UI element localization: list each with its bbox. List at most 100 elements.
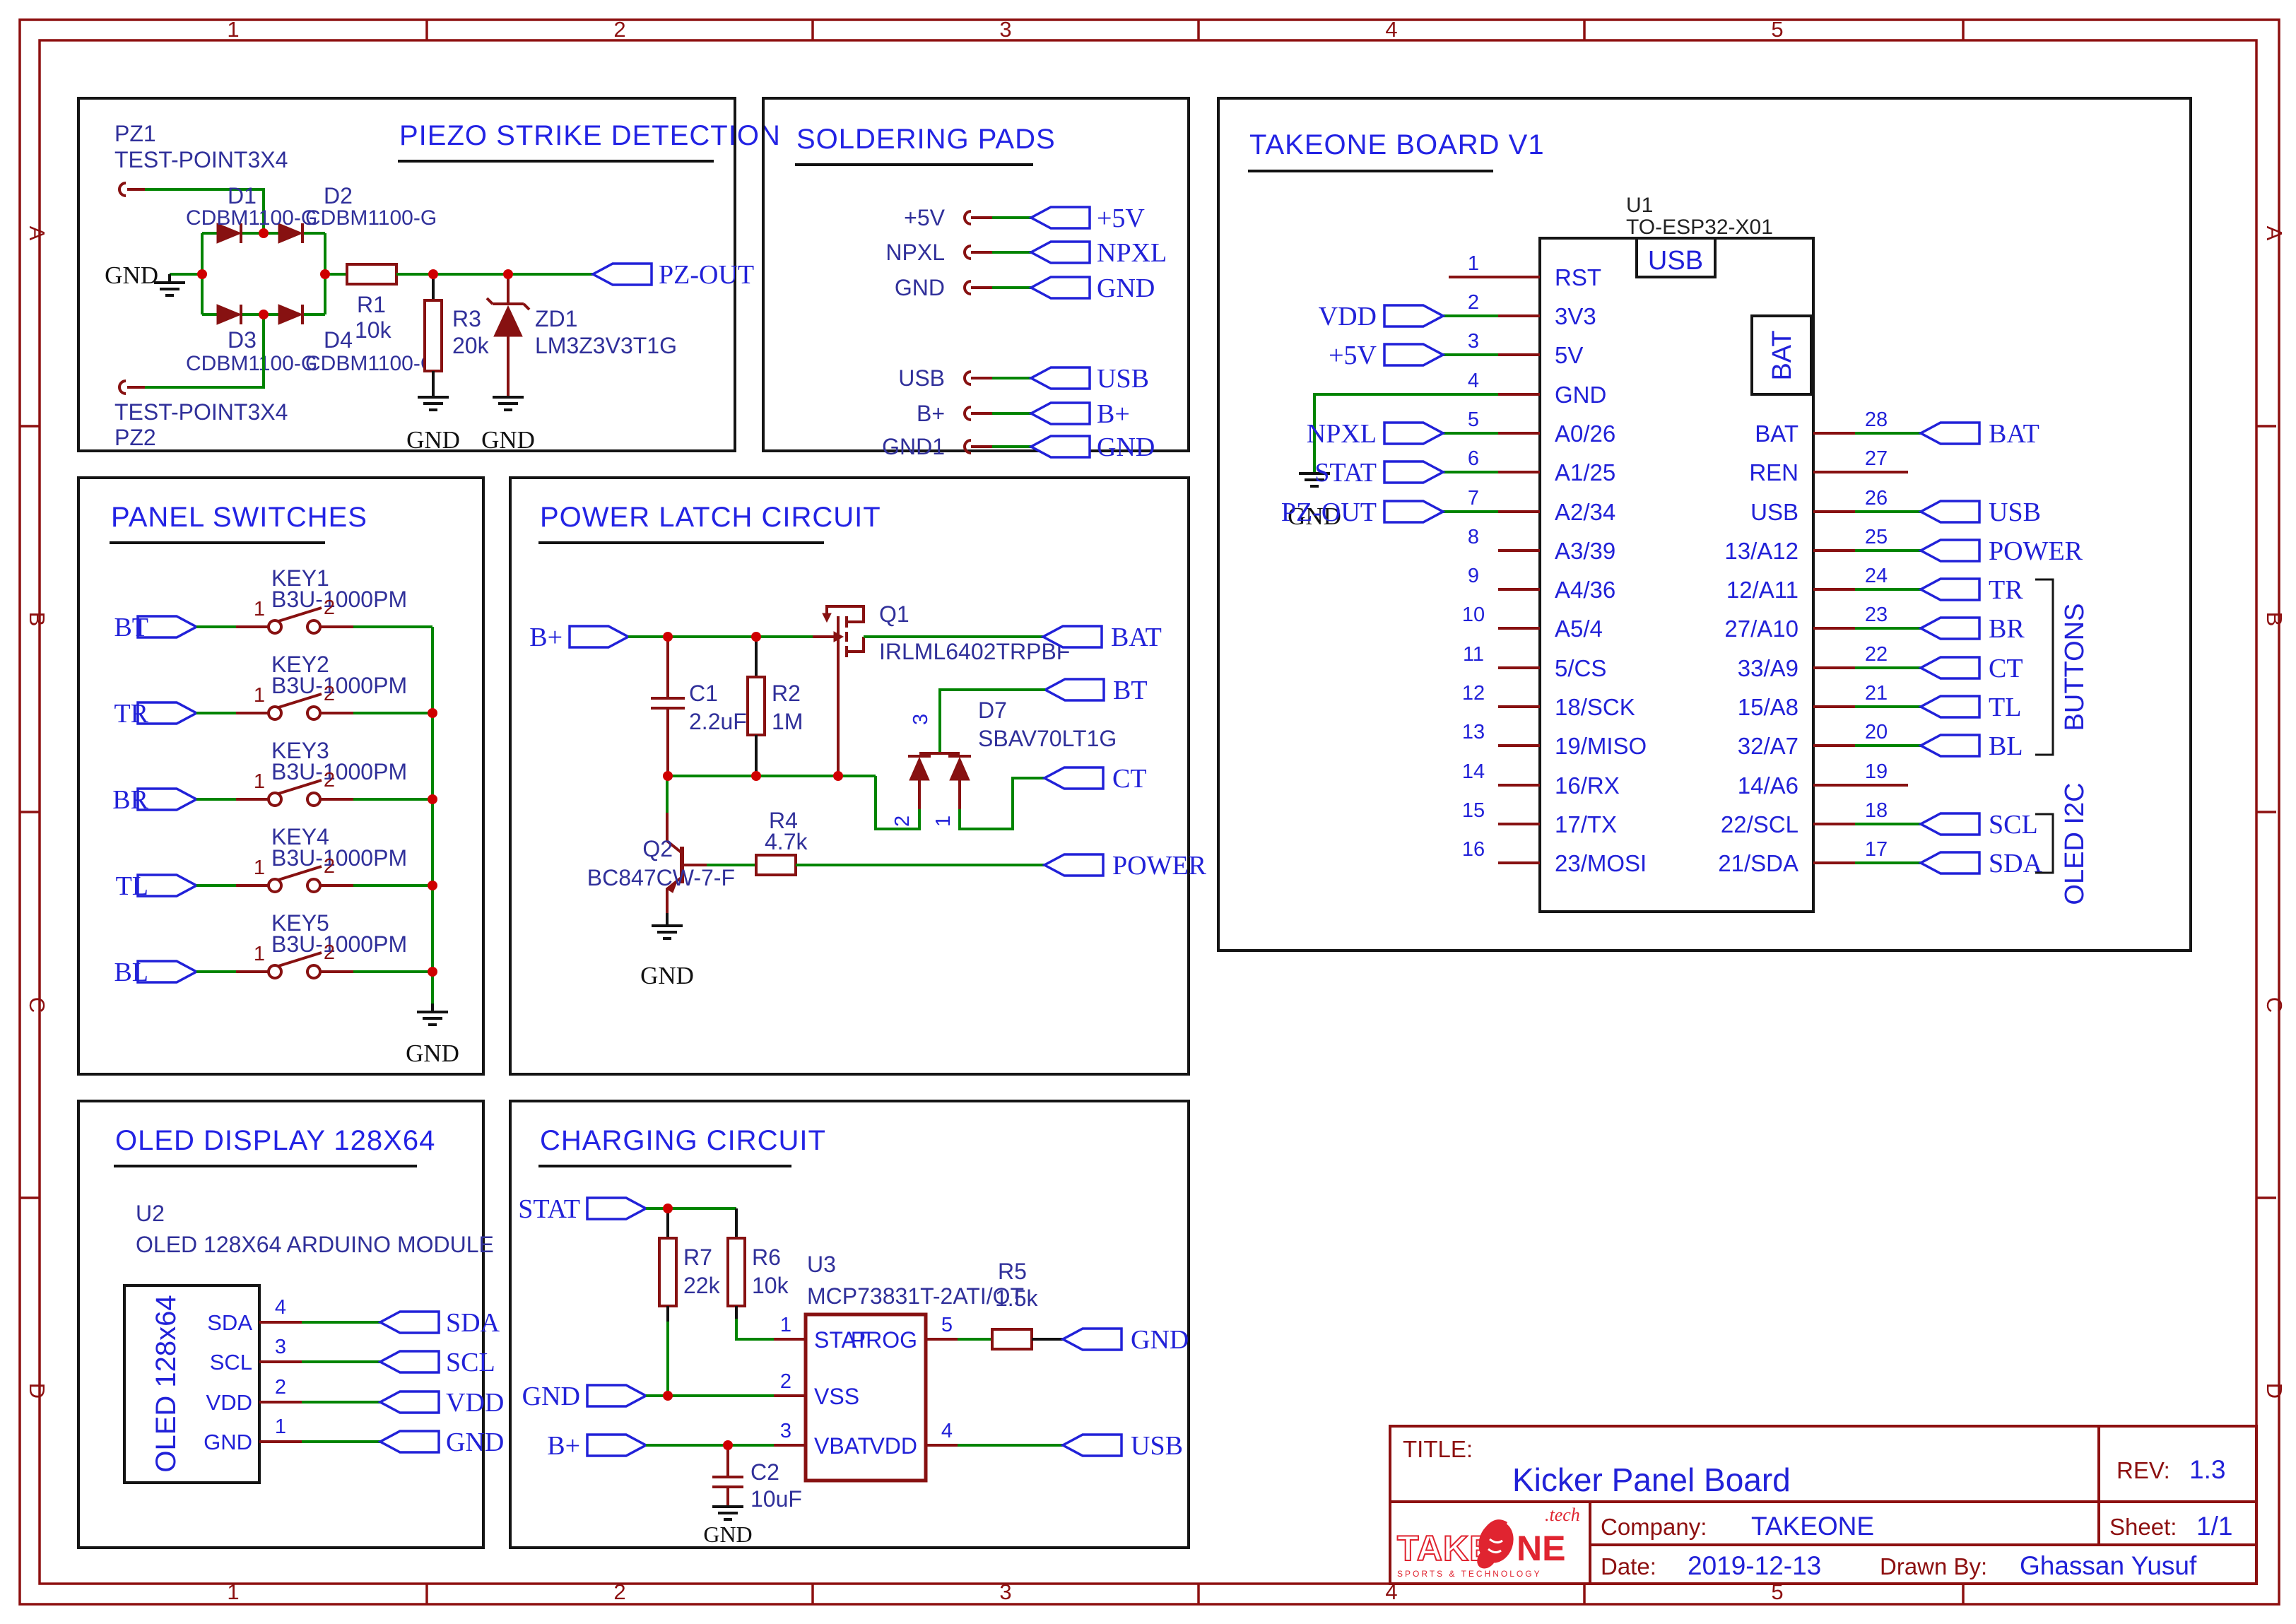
charging-usb-flag — [1063, 1435, 1121, 1456]
esp32-right-flag — [1921, 813, 1979, 835]
esp32-pin-number: 16 — [1462, 838, 1485, 861]
dual-diode-d7 — [908, 753, 971, 809]
switch-contact-1 — [269, 793, 281, 806]
esp32-right-flag — [1921, 735, 1979, 756]
charging-gnd-left-flag — [587, 1385, 646, 1406]
esp32-pin-name: RST — [1555, 264, 1601, 290]
esp32-pin-number: 21 — [1865, 682, 1888, 705]
junction-dot — [428, 881, 437, 890]
d4-part: CDBM1100-G — [305, 352, 437, 375]
grid-row-label-right: D — [2262, 1383, 2287, 1399]
esp32-right-flag — [1921, 540, 1979, 561]
esp32-pin-name: GND — [1555, 382, 1606, 408]
u2-part: OLED 128X64 ARDUINO MODULE — [136, 1232, 494, 1257]
bplus-flag — [570, 626, 628, 647]
esp32-right-flag-label: TR — [1989, 575, 2023, 605]
panel-switch-flag-label: BR — [112, 785, 148, 815]
capacitor-c2 — [712, 1477, 743, 1487]
r3-ref: R3 — [452, 306, 481, 331]
esp32-pin-number: 1 — [1468, 252, 1479, 275]
zd1-gnd-label: GND — [481, 426, 535, 454]
resistor-r3 — [425, 300, 442, 371]
ct-flag — [1044, 767, 1103, 789]
esp32-left-flag — [1384, 305, 1443, 326]
oled-pin-name: SCL — [210, 1350, 252, 1375]
board-title: TAKEONE BOARD V1 — [1249, 129, 1545, 160]
grid-row-label-left: B — [25, 612, 49, 627]
grid-col-label-top: 3 — [999, 17, 1011, 42]
d1-ref: D1 — [228, 183, 257, 208]
pz-out-flag — [593, 264, 652, 285]
esp32-right-flag-label: SCL — [1989, 810, 2038, 840]
esp32-pin-number: 17 — [1865, 838, 1888, 861]
company-label: Company: — [1601, 1514, 1707, 1540]
resistor-r1 — [347, 264, 396, 284]
q1-ref: Q1 — [879, 601, 909, 627]
junction-dot — [428, 794, 437, 804]
oled-flag-label: VDD — [446, 1388, 504, 1418]
esp32-left-flag — [1384, 501, 1443, 522]
logo-glove-icon — [1473, 1517, 1519, 1572]
esp32-pin-name: 23/MOSI — [1555, 850, 1647, 876]
switch-pin2-num: 2 — [324, 769, 335, 792]
charging-usb-label: USB — [1131, 1431, 1183, 1461]
grid-col-label-top: 2 — [613, 17, 625, 42]
junction-dot — [663, 632, 673, 642]
stat-flag — [587, 1198, 646, 1219]
grid-row-label-right: A — [2262, 226, 2287, 241]
pad-flag — [1031, 277, 1090, 298]
esp32-pin-name: BAT — [1755, 420, 1798, 447]
esp32-pin-name: 27/A10 — [1724, 616, 1798, 642]
date-label: Date: — [1601, 1553, 1656, 1579]
esp32-pin-name: A3/39 — [1555, 538, 1615, 564]
pz-out-flag-label: PZ-OUT — [659, 260, 754, 290]
esp32-pin-name: 12/A11 — [1726, 577, 1798, 603]
testpoint-hook-icon — [965, 372, 971, 384]
u3-num-5: 5 — [941, 1314, 953, 1336]
esp32-right-flag — [1921, 618, 1979, 639]
switch-contact-2 — [307, 965, 320, 978]
grid-row-label-left: C — [25, 997, 49, 1013]
switch-pin1-num: 1 — [254, 684, 265, 707]
gnd-symbol-icon — [712, 1507, 743, 1519]
d7-pin2-num: 2 — [891, 816, 914, 827]
pad-flag-label: B+ — [1097, 399, 1130, 429]
esp32-left-flag — [1384, 423, 1443, 444]
diode-d3 — [217, 305, 241, 324]
esp32-pin-name: A0/26 — [1555, 420, 1615, 447]
oled-flag — [380, 1312, 439, 1333]
oled-flag-label: GND — [446, 1428, 504, 1457]
pad-flag — [1031, 207, 1090, 228]
resistor-r2 — [748, 677, 765, 735]
gnd-symbol-icon — [418, 397, 449, 410]
date-value: 2019-12-13 — [1688, 1551, 1821, 1580]
junction-dot — [428, 708, 437, 718]
logo-tech-text: .tech — [1545, 1505, 1580, 1525]
charging-gnd-right-label: GND — [1131, 1325, 1189, 1355]
esp32-pin-name: 21/SDA — [1718, 850, 1798, 876]
grid-col-label-bottom: 1 — [227, 1579, 239, 1604]
switch-contact-1 — [269, 620, 281, 633]
pz1-ref: PZ1 — [114, 121, 156, 146]
d7-pin3-num: 3 — [909, 714, 932, 725]
pad-net-label: +5V — [904, 205, 945, 230]
esp32-left-flag-label: PZ-OUT — [1281, 498, 1377, 527]
esp32-pin-name: A1/25 — [1555, 459, 1615, 486]
esp32-pin-number: 27 — [1865, 447, 1888, 470]
esp32-pin-number: 18 — [1865, 799, 1888, 822]
u3-pin-prog: PROG — [851, 1327, 917, 1353]
r4-value: 4.7k — [765, 829, 808, 854]
pz1-part: TEST-POINT3X4 — [114, 147, 288, 172]
switch-pin2-num: 2 — [324, 855, 335, 878]
testpoint-hook-icon — [965, 281, 971, 294]
d1-part: CDBM1100-G — [186, 206, 317, 230]
esp32-pin-name: 18/SCK — [1555, 694, 1635, 720]
oled-pin-number: 2 — [275, 1376, 286, 1399]
zd1-ref: ZD1 — [535, 306, 577, 331]
pad-net-label: GND1 — [882, 434, 945, 459]
pad-flag-label: +5V — [1097, 204, 1145, 233]
esp32-pin-number: 26 — [1865, 487, 1888, 510]
esp32-usb-box-label: USB — [1648, 246, 1703, 276]
panel-switch-flag-label: BL — [114, 958, 148, 987]
u1-ref: U1 — [1626, 194, 1653, 217]
